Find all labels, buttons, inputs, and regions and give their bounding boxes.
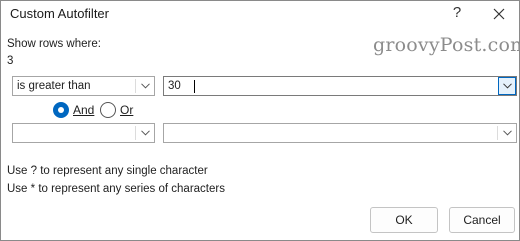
and-radio-button[interactable]: [53, 102, 69, 118]
or-radio-button[interactable]: [100, 102, 116, 118]
text-cursor: [194, 80, 195, 93]
operator-dropdown-2[interactable]: [12, 123, 155, 143]
watermark-logo: groovyPost.com: [373, 34, 520, 56]
dropdown-button[interactable]: [498, 77, 516, 95]
close-icon: [493, 8, 505, 20]
cancel-button-label: Cancel: [463, 213, 501, 227]
and-label: And: [73, 103, 95, 117]
help-button[interactable]: ?: [443, 1, 471, 27]
close-button[interactable]: [485, 1, 513, 27]
value-combobox-2[interactable]: [163, 123, 517, 143]
custom-autofilter-dialog: Custom Autofilter ? Show rows where: 3 g…: [0, 0, 520, 241]
ok-button[interactable]: OK: [370, 207, 438, 233]
or-label: Or: [120, 103, 134, 117]
operator-value-1: is greater than: [17, 80, 91, 92]
dropdown-button[interactable]: [498, 124, 516, 142]
chevron-down-icon: [140, 83, 150, 89]
ok-button-label: OK: [395, 213, 413, 227]
value-combobox-1[interactable]: 30: [163, 76, 517, 96]
chevron-down-icon: [502, 83, 512, 89]
operator-dropdown-1[interactable]: is greater than: [12, 76, 155, 96]
dropdown-button[interactable]: [136, 124, 154, 142]
chevron-down-icon: [140, 130, 150, 136]
and-radio-option[interactable]: And: [53, 102, 97, 120]
dropdown-button[interactable]: [136, 77, 154, 95]
title-bar: Custom Autofilter ?: [1, 1, 519, 29]
field-name-label: 3: [7, 55, 14, 67]
hint-single-character: Use ? to represent any single character: [7, 165, 208, 177]
dialog-title: Custom Autofilter: [10, 6, 109, 21]
cancel-button[interactable]: Cancel: [449, 207, 515, 233]
value-text-1: 30: [168, 80, 181, 92]
or-radio-option[interactable]: Or: [100, 102, 140, 120]
show-rows-label: Show rows where:: [7, 38, 101, 50]
hint-series-characters: Use * to represent any series of charact…: [7, 183, 225, 195]
help-icon: ?: [452, 4, 462, 21]
chevron-down-icon: [502, 130, 512, 136]
